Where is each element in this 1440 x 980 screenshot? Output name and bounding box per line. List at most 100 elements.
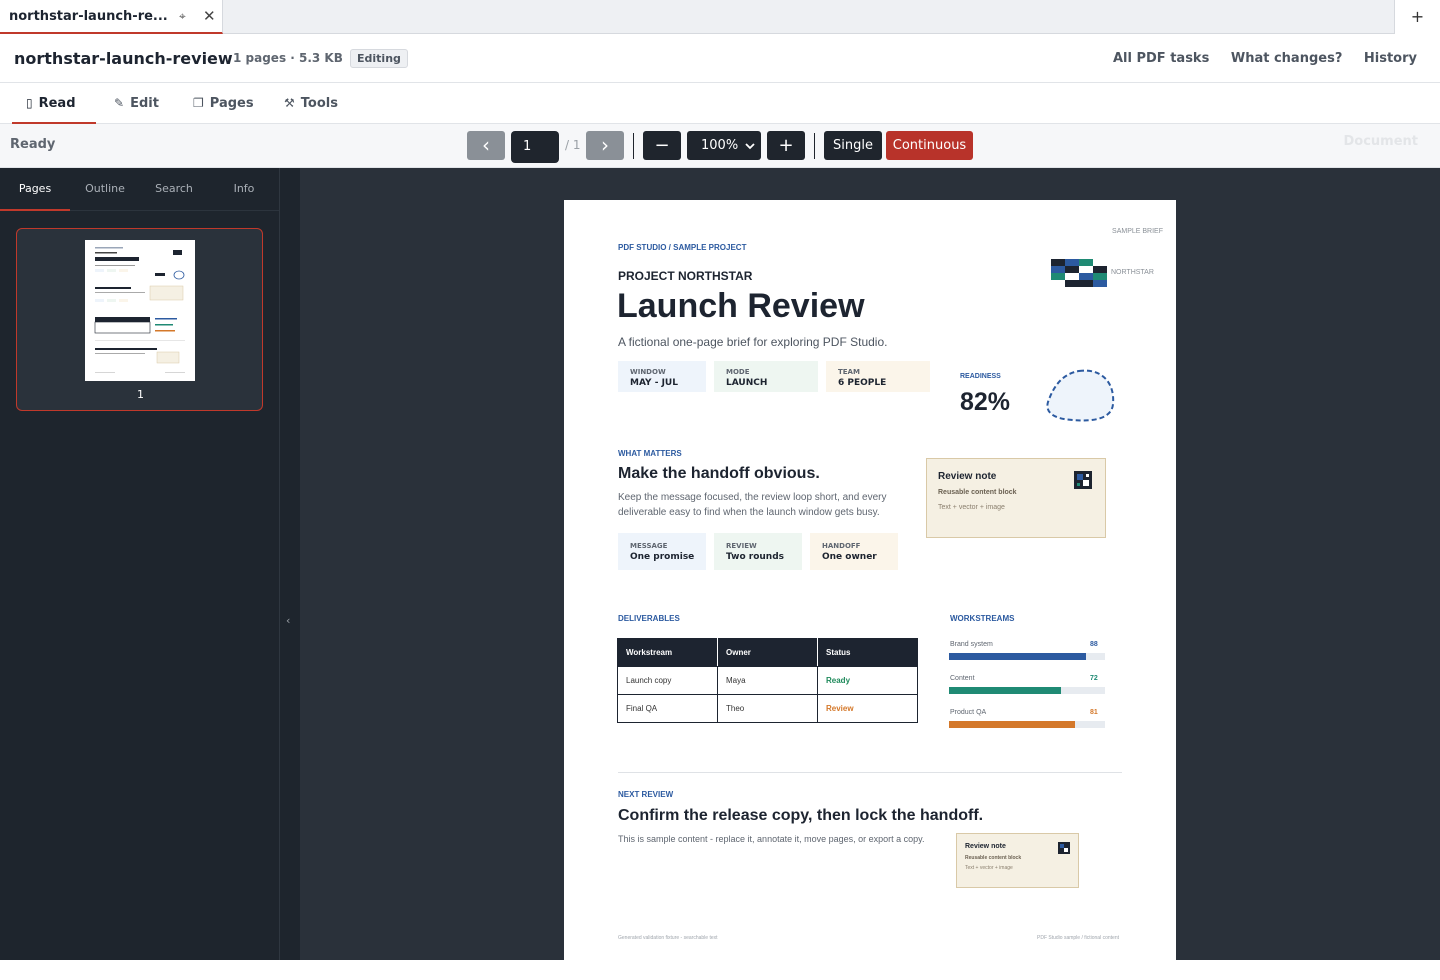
sample-brief-label: SAMPLE BRIEF: [1112, 228, 1163, 235]
what-changes-link[interactable]: What changes?: [1231, 51, 1343, 66]
document-header: northstar-launch-review 1 pages · 5.3 KB…: [0, 34, 1440, 83]
table-cell: Final QA: [617, 694, 718, 723]
table-header-cell: Workstream: [617, 638, 718, 667]
deliverables-table: Workstream Owner Status Launch copy Maya…: [617, 638, 918, 723]
pin-icon[interactable]: ⌖: [179, 9, 186, 24]
workstream-bar-fill: [949, 687, 1062, 694]
tab-tools[interactable]: ⚒ Tools: [284, 83, 338, 124]
pages-icon: ❐: [193, 96, 204, 110]
workstreams-label: WORKSTREAMS: [950, 614, 1015, 623]
toolbar-divider: [633, 133, 634, 159]
mode-tabs: ▯ Read ✎ Edit ❐ Pages ⚒ Tools: [0, 83, 1440, 124]
all-pdf-tasks-link[interactable]: All PDF tasks: [1113, 51, 1209, 66]
continuous-view-button[interactable]: Continuous: [886, 131, 973, 160]
document-meta: 1 pages · 5.3 KB: [233, 51, 343, 65]
pill-value: Two rounds: [726, 552, 785, 562]
stat-value: LAUNCH: [726, 378, 768, 388]
page-number-input[interactable]: 1: [511, 131, 559, 163]
workstream-value: 72: [1090, 675, 1098, 682]
viewer-toolbar: Ready ‹ 1 / 1 › − 100% + Single Continuo…: [0, 124, 1440, 168]
pill-review: REVIEW Two rounds: [714, 533, 802, 570]
document-viewer[interactable]: SAMPLE BRIEF PDF STUDIO / SAMPLE PROJECT…: [300, 168, 1440, 980]
deliverables-label: DELIVERABLES: [618, 614, 680, 623]
tab-pages-label: Pages: [209, 96, 254, 111]
page-thumbnail-card[interactable]: 1: [16, 228, 263, 411]
tab-read[interactable]: ▯ Read: [12, 83, 96, 124]
stat-team: TEAM 6 PEOPLE: [826, 361, 930, 392]
pill-message: MESSAGE One promise: [618, 533, 706, 570]
table-header-cell: Status: [817, 638, 918, 667]
project-name: PROJECT NORTHSTAR: [618, 269, 753, 283]
review-note-sub: Reusable content block: [938, 489, 1017, 496]
table-cell: Maya: [717, 666, 818, 695]
status-cell: Review: [817, 694, 918, 723]
history-link[interactable]: History: [1364, 51, 1417, 66]
review-note-card: Review note Reusable content block Text …: [926, 458, 1106, 538]
review-note-title: Review note: [938, 471, 997, 482]
tools-icon: ⚒: [284, 96, 295, 110]
zoom-select[interactable]: 100%: [687, 131, 761, 160]
document-title: Launch Review: [617, 287, 865, 325]
status-cell: Ready: [817, 666, 918, 695]
book-icon: ▯: [26, 96, 33, 110]
sidebar-tabs: Pages Outline Search Info: [0, 168, 279, 211]
pill-value: One promise: [630, 552, 695, 562]
review-note-sub: Reusable content block: [965, 855, 1022, 861]
status-badge: Editing: [350, 49, 408, 68]
tab-edit[interactable]: ✎ Edit: [114, 83, 159, 124]
chevron-left-icon: ‹: [286, 614, 291, 627]
document-label: Document: [1343, 134, 1418, 149]
zoom-value: 100%: [701, 138, 739, 153]
zoom-in-button[interactable]: +: [767, 131, 805, 160]
sidebar-tab-pages[interactable]: Pages: [0, 168, 70, 211]
chevron-down-icon: [745, 143, 755, 150]
page-total: / 1: [565, 138, 581, 152]
workstream-name: Product QA: [950, 709, 987, 716]
table-cell: Launch copy: [617, 666, 718, 695]
stat-label: TEAM: [838, 368, 860, 376]
chevron-right-icon: ›: [601, 133, 609, 157]
what-matters-body-line: Keep the message focused, the review loo…: [618, 492, 887, 503]
next-page-button[interactable]: ›: [586, 131, 624, 160]
table-row: Launch copy Maya Ready: [617, 666, 918, 695]
readiness-value: 82%: [960, 388, 1011, 416]
close-icon[interactable]: ✕: [203, 7, 216, 25]
pill-handoff: HANDOFF One owner: [810, 533, 898, 570]
thumbnail-preview: [94, 247, 185, 373]
workstream-value: 81: [1090, 709, 1098, 716]
review-note-title: Review note: [965, 843, 1006, 850]
breadcrumb: PDF STUDIO / SAMPLE PROJECT: [618, 243, 747, 252]
sidebar-tab-outline[interactable]: Outline: [70, 168, 140, 211]
stat-value: 6 PEOPLE: [838, 378, 887, 388]
tab-title: northstar-launch-re...: [9, 9, 168, 24]
single-view-button[interactable]: Single: [824, 131, 882, 160]
page-thumbnail: [85, 240, 195, 381]
page-title: northstar-launch-review: [14, 49, 233, 68]
new-tab-button[interactable]: +: [1394, 0, 1440, 34]
tab-read-label: Read: [38, 96, 76, 111]
what-matters-heading: Make the handoff obvious.: [618, 465, 820, 482]
prev-page-button[interactable]: ‹: [467, 131, 505, 160]
northstar-logo-icon: [1051, 259, 1107, 287]
pill-label: REVIEW: [726, 542, 757, 550]
table-header-row: Workstream Owner Status: [617, 638, 918, 667]
review-note-detail: Text + vector + image: [965, 865, 1013, 871]
sidebar-tab-search[interactable]: Search: [139, 168, 209, 211]
tab-pages[interactable]: ❐ Pages: [193, 83, 254, 124]
tab-strip: northstar-launch-re... ⌖ ✕ +: [0, 0, 1440, 34]
table-cell: Theo: [717, 694, 818, 723]
toolbar-divider: [814, 133, 815, 159]
what-matters-body-line: deliverable easy to find when the launch…: [618, 507, 880, 518]
document-tab[interactable]: northstar-launch-re... ⌖ ✕: [0, 0, 223, 34]
workstream-value: 88: [1090, 641, 1098, 648]
review-note-detail: Text + vector + image: [938, 504, 1005, 511]
pill-label: MESSAGE: [630, 542, 668, 550]
workstream-name: Brand system: [950, 641, 993, 648]
sidebar-collapse-handle[interactable]: ‹: [279, 168, 300, 960]
zoom-out-button[interactable]: −: [643, 131, 681, 160]
table-header-cell: Owner: [717, 638, 818, 667]
stat-label: MODE: [726, 368, 750, 376]
status-text: Ready: [10, 137, 56, 152]
sidebar-tab-info[interactable]: Info: [209, 168, 279, 211]
sidebar: Pages Outline Search Info 1: [0, 168, 279, 960]
